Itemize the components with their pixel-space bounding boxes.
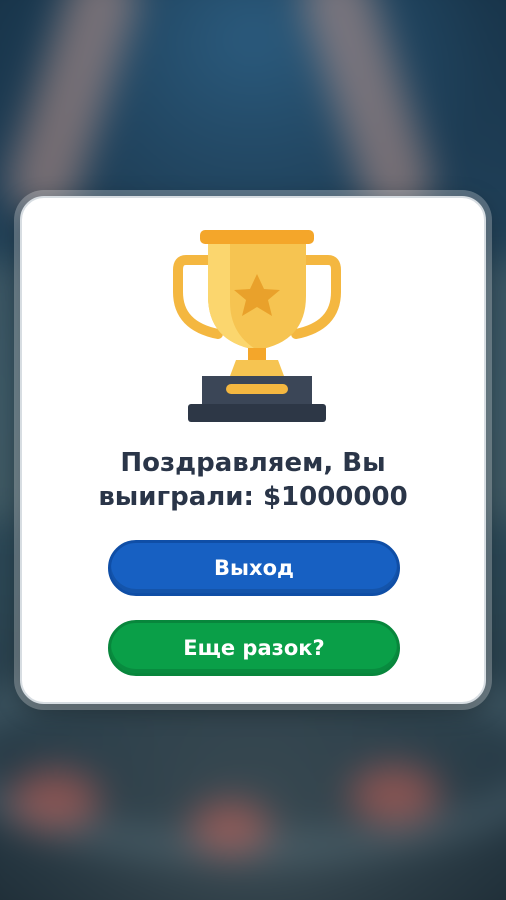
win-message-line-2: выиграли: $1000000 [98, 482, 408, 512]
play-again-button[interactable]: Еще разок? [108, 620, 400, 676]
win-message: Поздравляем, Вы выиграли: $1000000 [22, 446, 484, 514]
win-message-line-1: Поздравляем, Вы [120, 448, 386, 478]
exit-button-label: Выход [214, 556, 294, 580]
play-again-button-label: Еще разок? [183, 636, 325, 660]
win-dialog: Поздравляем, Вы выиграли: $1000000 Выход… [20, 196, 486, 704]
trophy-icon [173, 230, 341, 422]
exit-button[interactable]: Выход [108, 540, 400, 596]
